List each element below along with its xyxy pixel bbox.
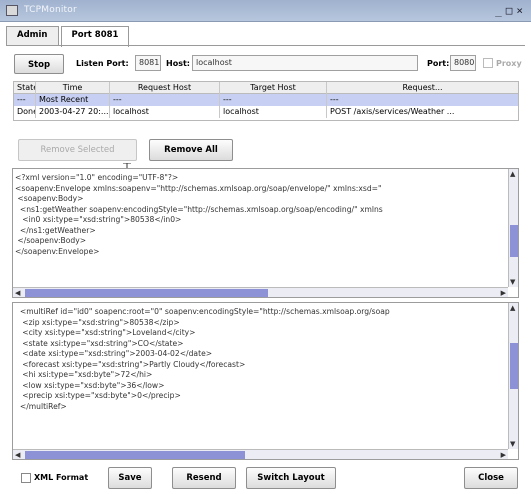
title-bar[interactable]: TCPMonitor _ □ × [0,0,531,22]
request-vertical-scrollbar[interactable]: ▲ ▼ [508,169,518,287]
cell-request: --- [330,95,339,104]
cell-time: Most Recent [36,94,110,106]
minimize-icon[interactable]: _ [495,4,502,17]
table-row[interactable]: Done 2003-04-27 20:... localhost localho… [14,106,518,118]
close-button[interactable]: Close [464,467,518,489]
listener-toolbar: Stop Listen Port: 8081 Host: localhost P… [14,54,522,80]
request-vscroll-thumb[interactable] [510,225,518,257]
scroll-up-icon[interactable]: ▲ [510,170,515,178]
column-header-time[interactable]: Time [36,82,110,94]
request-horizontal-scrollbar[interactable]: ◀ ▶ [13,287,508,297]
window-controls: _ □ × [495,4,523,17]
response-text-pane[interactable]: <multiRef id="id0" soapenc:root="0" soap… [12,302,519,460]
cell-target-host: --- [220,94,327,106]
port-field[interactable]: 8080 [450,55,476,71]
column-header-request[interactable]: Request... [327,82,518,94]
xml-format-label: XML Format [34,473,89,482]
scroll-right-icon[interactable]: ▶ [501,289,506,297]
column-header-state[interactable]: State [14,82,36,94]
save-button[interactable]: Save [108,467,152,489]
cell-target-host: localhost [220,106,327,118]
remove-all-button[interactable]: Remove All [149,139,233,161]
host-field[interactable]: localhost [192,55,418,71]
response-vscroll-thumb[interactable] [510,343,518,389]
stop-button[interactable]: Stop [14,54,64,74]
scroll-up-icon[interactable]: ▲ [510,304,515,312]
listen-port-label: Listen Port: [76,59,129,68]
window-title: TCPMonitor [24,5,77,15]
column-header-target-host[interactable]: Target Host [220,82,327,94]
scroll-down-icon[interactable]: ▼ [510,278,515,286]
cell-request: POST /axis/services/Weather ... [330,107,455,116]
tab-port-8081[interactable]: Port 8081 [60,26,130,47]
close-window-icon[interactable]: × [516,4,523,17]
scroll-down-icon[interactable]: ▼ [510,440,515,448]
table-header: State Time Request Host Target Host Requ… [14,82,518,94]
bottom-toolbar: XML Format Save Resend Switch Layout Clo… [0,464,531,494]
table-row[interactable]: --- Most Recent --- --- --- [14,94,518,106]
app-icon [6,5,18,16]
tab-strip: Admin Port 8081 [6,26,131,47]
switch-layout-button[interactable]: Switch Layout [246,467,336,489]
port-label: Port: [427,59,450,68]
scroll-left-icon[interactable]: ◀ [15,289,20,297]
request-hscroll-thumb[interactable] [25,289,268,297]
host-label: Host: [166,59,190,68]
cell-request-host: localhost [110,106,220,118]
proxy-label: Proxy [496,59,522,68]
cell-request-host: --- [110,94,220,106]
resend-button[interactable]: Resend [172,467,236,489]
xml-format-checkbox[interactable] [21,473,31,483]
listen-port-field[interactable]: 8081 [135,55,161,71]
request-xml-text[interactable]: <?xml version="1.0" encoding="UTF-8"?> <… [13,169,518,261]
cell-state: --- [14,94,36,106]
column-header-request-host[interactable]: Request Host [110,82,220,94]
request-text-pane[interactable]: <?xml version="1.0" encoding="UTF-8"?> <… [12,168,519,298]
response-horizontal-scrollbar[interactable]: ◀ ▶ [13,449,508,459]
maximize-icon[interactable]: □ [506,4,513,17]
tab-admin[interactable]: Admin [6,26,59,46]
requests-table: State Time Request Host Target Host Requ… [13,81,519,121]
scroll-right-icon[interactable]: ▶ [501,451,506,459]
cell-time: 2003-04-27 20:... [36,106,110,118]
remove-selected-button[interactable]: Remove Selected [18,139,137,161]
scroll-left-icon[interactable]: ◀ [15,451,20,459]
response-xml-text[interactable]: <multiRef id="id0" soapenc:root="0" soap… [13,303,518,416]
response-vertical-scrollbar[interactable]: ▲ ▼ [508,303,518,449]
response-hscroll-thumb[interactable] [25,451,245,459]
tcpmon-window: TCPMonitor _ □ × Admin Port 8081 Stop Li… [0,0,531,494]
proxy-checkbox[interactable] [483,58,493,68]
tab-divider [6,45,525,46]
cell-state: Done [14,106,36,118]
